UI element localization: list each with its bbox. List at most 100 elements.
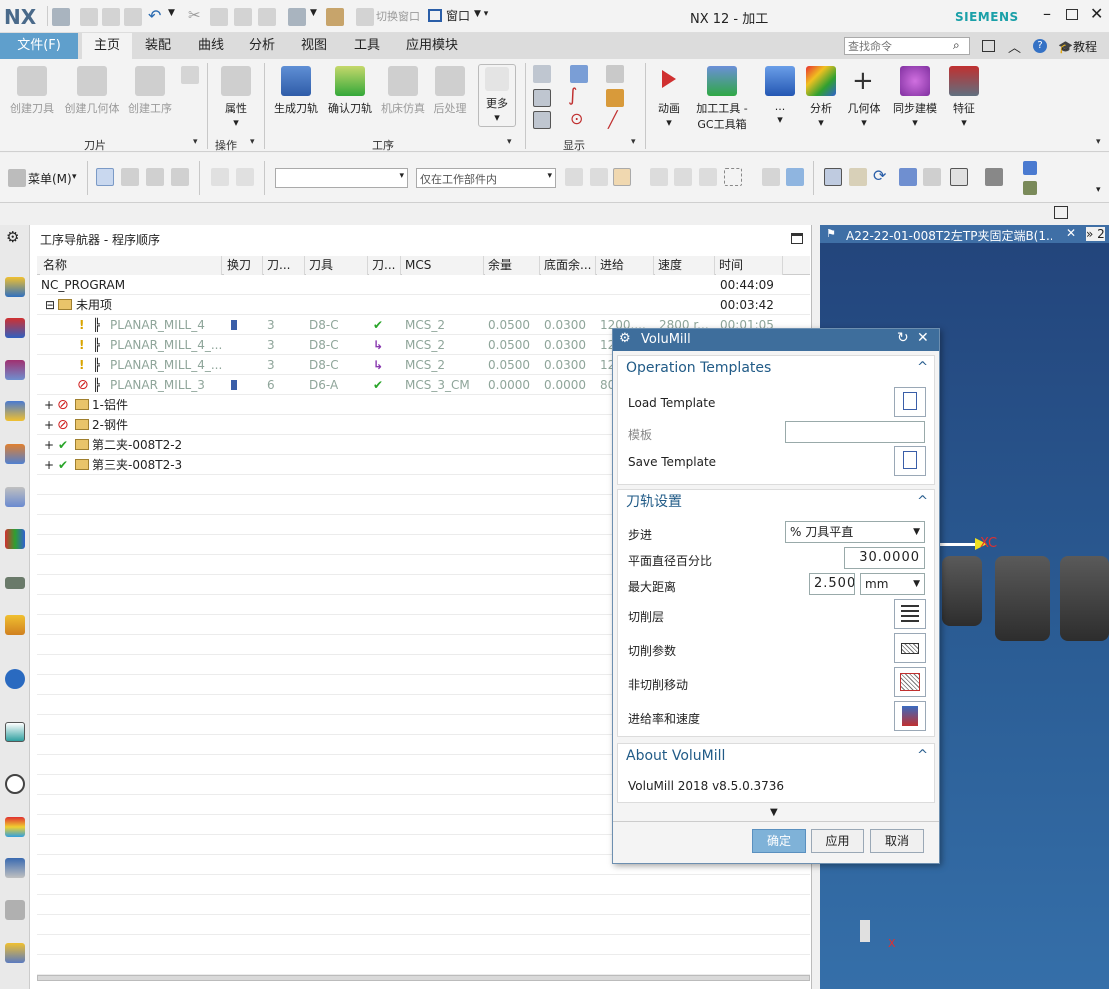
expand-icon[interactable]: + — [44, 455, 54, 475]
tab-close-icon[interactable]: ✕ — [1066, 226, 1076, 240]
tab-assembly[interactable]: 装配 — [137, 33, 179, 59]
window-menu[interactable]: 窗口 — [446, 7, 470, 24]
web-icon[interactable] — [5, 722, 25, 742]
history-clock-icon[interactable] — [5, 774, 25, 794]
table-row[interactable]: ⊟ 未用项 00:03:42 — [37, 295, 810, 315]
undo-dropdown-icon[interactable]: ▼ — [168, 8, 175, 18]
gc-toolbox-button[interactable]: 加工工具 - GC工具箱 — [692, 66, 752, 132]
help-icon[interactable]: ? — [1033, 39, 1047, 53]
non-cutting-button[interactable] — [894, 667, 926, 697]
collapse-icon[interactable]: ⊟ — [45, 295, 55, 315]
maximize-navigator-button[interactable] — [791, 233, 803, 244]
verify-toolpath-button[interactable]: 确认刀轨 — [326, 66, 374, 116]
dialog-close-icon[interactable]: ✕ — [917, 330, 929, 346]
view-orient-icon[interactable] — [923, 168, 941, 186]
circle-point-icon[interactable]: ⊙ — [570, 109, 583, 128]
command-search-input[interactable] — [844, 37, 970, 55]
col-tool-number[interactable]: 刀... — [264, 256, 305, 275]
chevron-up-icon[interactable]: ^ — [917, 748, 928, 763]
line-icon[interactable]: ╱ — [608, 110, 618, 129]
layers-icon[interactable] — [5, 615, 25, 635]
analysis-button[interactable]: 分析 ▾ — [802, 66, 840, 129]
visual-icon[interactable] — [5, 577, 25, 589]
tool-icon[interactable] — [5, 900, 25, 920]
display-option-3-icon[interactable] — [533, 111, 551, 129]
switch-window-button[interactable]: 切换窗口 — [376, 8, 420, 24]
view-cube-icon[interactable] — [786, 168, 804, 186]
reset-icon[interactable]: ↻ — [897, 330, 909, 346]
tab-curve[interactable]: 曲线 — [190, 33, 232, 59]
nav-view-method-icon[interactable] — [171, 168, 189, 186]
col-tool[interactable]: 刀具 — [306, 256, 368, 275]
menu-button[interactable]: 菜单(M) — [28, 170, 72, 187]
save-icon[interactable] — [52, 8, 70, 26]
create-operation-button[interactable]: 创建工序 — [126, 66, 174, 116]
part-tab[interactable]: ⚑ A22-22-01-008T2左TP夹固定端B(1... ✕ — [820, 225, 1109, 244]
display-option-5-icon[interactable] — [606, 65, 624, 83]
section-header[interactable]: 刀轨设置 — [618, 490, 934, 514]
col-time[interactable]: 时间 — [716, 256, 783, 275]
cut-icon[interactable]: ✂ — [188, 6, 201, 24]
tab-home[interactable]: 主页 — [82, 33, 132, 59]
col-stock[interactable]: 余量 — [485, 256, 540, 275]
max-distance-input[interactable]: 2.500 — [809, 573, 855, 595]
reuse-library-icon[interactable] — [5, 487, 25, 507]
table-row[interactable]: NC_PROGRAM 00:44:09 — [37, 275, 810, 295]
machine-simulation-button[interactable]: 机床仿真 — [379, 66, 427, 116]
snap-4-icon[interactable] — [650, 168, 668, 186]
attributes-button[interactable]: 属性 ▾ — [212, 66, 260, 129]
tab-applications[interactable]: 应用模块 — [398, 33, 466, 59]
tutorial-button[interactable]: 🎓教程 — [1058, 38, 1097, 55]
expand-icon[interactable]: + — [44, 395, 54, 415]
col-toolchange[interactable]: 换刀 — [224, 256, 263, 275]
type-filter-select[interactable]: ▾ — [275, 168, 408, 188]
col-floor-stock[interactable]: 底面余... — [541, 256, 596, 275]
paste-icon[interactable] — [234, 8, 252, 26]
maximize-button[interactable] — [1066, 9, 1078, 20]
tab-overflow[interactable]: » 2 — [1086, 227, 1105, 241]
curve-icon[interactable]: ∫ — [568, 85, 577, 106]
close-button[interactable]: ✕ — [1090, 4, 1103, 23]
touch-mode-icon[interactable] — [326, 8, 344, 26]
rotate-icon[interactable]: ⟳ — [873, 166, 886, 185]
fit-icon[interactable] — [824, 168, 842, 186]
insert-icon[interactable] — [181, 66, 199, 84]
copy-icon[interactable] — [210, 8, 228, 26]
dropdown-icon[interactable]: ▼ — [310, 8, 317, 18]
tab-tools[interactable]: 工具 — [346, 33, 388, 59]
col-mcs[interactable]: MCS — [402, 256, 484, 275]
window-dropdown-icon[interactable]: ▼ ▾ — [474, 9, 488, 19]
cancel-button[interactable]: 取消 — [870, 829, 924, 853]
section-icon[interactable] — [1023, 181, 1037, 195]
display-option-1-icon[interactable] — [533, 65, 551, 83]
search-icon[interactable]: ⌕ — [953, 38, 960, 53]
viewport-restore-icon[interactable] — [1054, 206, 1068, 219]
assembly-navigator-icon[interactable] — [5, 277, 25, 297]
stepover-select[interactable]: % 刀具平直 ▼ — [785, 521, 925, 543]
minimize-button[interactable]: – — [1043, 4, 1051, 23]
collapse-ribbon-icon[interactable]: ︿ — [1008, 37, 1021, 56]
save-template-button[interactable] — [894, 446, 926, 476]
snap-6-icon[interactable] — [699, 168, 717, 186]
display-option-4-icon[interactable] — [570, 65, 588, 83]
nav-view-tool-icon[interactable] — [121, 168, 139, 186]
render-style-icon[interactable] — [985, 168, 1003, 186]
nav-view-geometry-icon[interactable] — [146, 168, 164, 186]
section-header[interactable]: Operation Templates — [618, 356, 934, 380]
feature-button[interactable]: 特征 ▾ — [944, 66, 984, 129]
machine-navigator-icon[interactable] — [5, 444, 25, 464]
display-option-2-icon[interactable] — [533, 89, 551, 107]
constraint-navigator-icon[interactable] — [5, 318, 25, 338]
new-icon[interactable] — [80, 8, 98, 26]
system-scene-icon[interactable] — [5, 943, 25, 963]
horizontal-scrollbar[interactable] — [37, 975, 810, 981]
nav-view-program-icon[interactable] — [96, 168, 114, 186]
color-display-icon[interactable] — [606, 89, 624, 107]
settings-gear-icon[interactable]: ⚙ — [6, 228, 19, 246]
col-speed[interactable]: 速度 — [655, 256, 715, 275]
cube-button[interactable]: ... ▾ — [762, 66, 798, 126]
expand-icon[interactable]: + — [44, 415, 54, 435]
generate-toolpath-button[interactable]: 生成刀轨 — [272, 66, 320, 116]
template-field[interactable] — [785, 421, 925, 443]
tab-view[interactable]: 视图 — [293, 33, 335, 59]
